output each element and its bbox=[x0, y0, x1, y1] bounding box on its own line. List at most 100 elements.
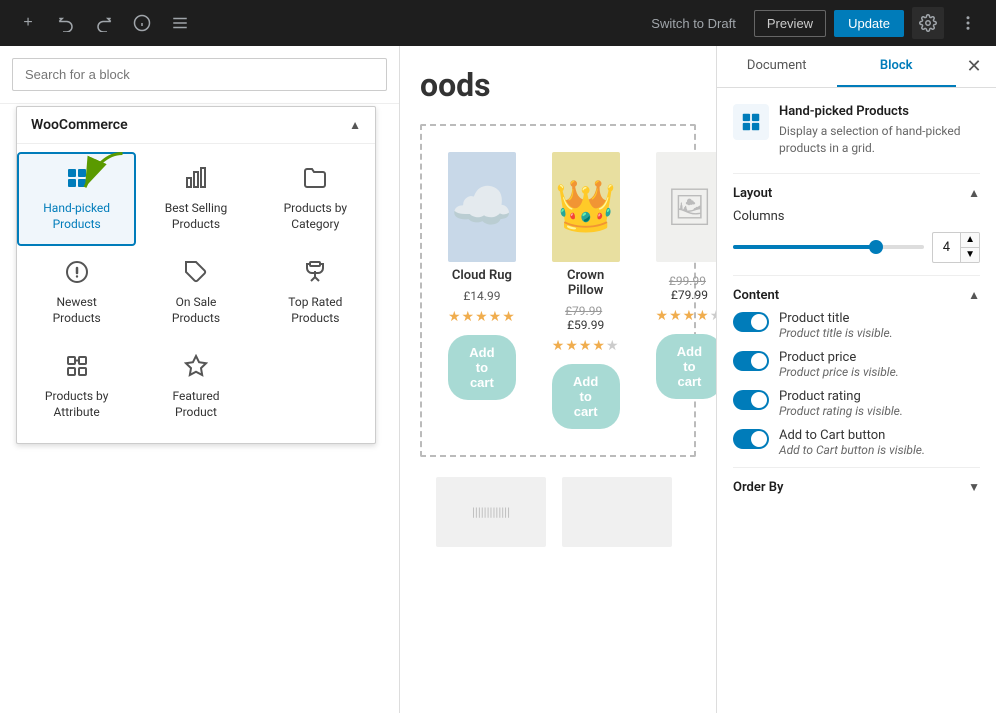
tag-icon bbox=[184, 260, 208, 289]
woo-item-label: Best Selling Products bbox=[165, 201, 228, 232]
add-to-cart-toggle[interactable] bbox=[733, 429, 769, 449]
woo-item-label: Top Rated Products bbox=[288, 295, 342, 326]
content-chevron-icon[interactable]: ▲ bbox=[968, 288, 980, 302]
product-image: ☁️ bbox=[448, 152, 516, 262]
settings-button[interactable] bbox=[912, 7, 944, 39]
order-by-title: Order By bbox=[733, 480, 783, 495]
toggle-product-title: Product title Product title is visible. bbox=[733, 311, 980, 340]
toggle-text: Product rating Product rating is visible… bbox=[779, 389, 903, 418]
add-block-button[interactable]: + bbox=[12, 7, 44, 39]
close-panel-button[interactable]: ✕ bbox=[956, 49, 992, 85]
toggle-knob bbox=[751, 353, 767, 369]
info-button[interactable] bbox=[126, 7, 158, 39]
content-title: Content bbox=[733, 288, 779, 303]
right-panel: Document Block ✕ Hand-picked Products Di… bbox=[716, 46, 996, 713]
list-view-button[interactable] bbox=[164, 7, 196, 39]
columns-slider[interactable] bbox=[733, 245, 924, 249]
woo-item-on-sale[interactable]: On Sale Products bbox=[136, 246, 255, 340]
add-to-cart-button[interactable]: Add to cart bbox=[552, 364, 620, 429]
woo-item-featured[interactable]: Featured Product bbox=[136, 340, 255, 434]
product-bottom-placeholder-2 bbox=[562, 477, 672, 547]
product-rating-toggle[interactable] bbox=[733, 390, 769, 410]
order-by-chevron-icon[interactable]: ▼ bbox=[968, 480, 980, 494]
product-image: 🖼 bbox=[656, 152, 716, 262]
right-panel-tabs: Document Block ✕ bbox=[717, 46, 996, 88]
woocommerce-section: WooCommerce ▲ Hand-picked Products Best … bbox=[16, 106, 376, 444]
undo-button[interactable] bbox=[50, 7, 82, 39]
trophy-icon bbox=[303, 260, 327, 289]
woocommerce-chevron-icon: ▲ bbox=[349, 118, 361, 132]
columns-label: Columns bbox=[733, 209, 785, 224]
right-panel-content: Hand-picked Products Display a selection… bbox=[717, 88, 996, 519]
toggle-label: Product title bbox=[779, 311, 893, 326]
woo-item-top-rated[interactable]: Top Rated Products bbox=[256, 246, 375, 340]
woo-item-best-selling[interactable]: Best Selling Products bbox=[136, 152, 255, 246]
switch-to-draft-button[interactable]: Switch to Draft bbox=[641, 10, 746, 37]
attribute-icon bbox=[65, 354, 89, 383]
redo-button[interactable] bbox=[88, 7, 120, 39]
toolbar-right: Switch to Draft Preview Update bbox=[641, 7, 984, 39]
toggle-knob bbox=[751, 314, 767, 330]
product-price-toggle[interactable] bbox=[733, 351, 769, 371]
toggle-description: Product title is visible. bbox=[779, 326, 893, 340]
block-info-text: Hand-picked Products Display a selection… bbox=[779, 104, 980, 157]
woo-item-by-category[interactable]: Products by Category bbox=[256, 152, 375, 246]
update-button[interactable]: Update bbox=[834, 10, 904, 37]
toggle-description: Add to Cart button is visible. bbox=[779, 443, 925, 457]
toggle-label: Add to Cart button bbox=[779, 428, 925, 443]
add-to-cart-button[interactable]: Add to cart bbox=[448, 335, 516, 400]
price-old: £79.99 bbox=[565, 304, 602, 318]
block-info: Hand-picked Products Display a selection… bbox=[733, 104, 980, 157]
toggle-knob bbox=[751, 392, 767, 408]
toggle-knob bbox=[751, 431, 767, 447]
woo-item-by-attribute[interactable]: Products by Attribute bbox=[17, 340, 136, 434]
product-price: £14.99 bbox=[463, 289, 500, 303]
toolbar: + Switch to Draft Preview Update bbox=[0, 0, 996, 46]
layout-chevron-icon[interactable]: ▲ bbox=[968, 186, 980, 200]
woo-item-label: Featured Product bbox=[172, 389, 219, 420]
block-icon bbox=[733, 104, 769, 140]
woocommerce-grid: Hand-picked Products Best Selling Produc… bbox=[17, 144, 375, 443]
product-card: ☁️ Cloud Rug £14.99 ★★★★★ Add to cart bbox=[438, 142, 526, 439]
toggle-add-to-cart: Add to Cart button Add to Cart button is… bbox=[733, 428, 980, 457]
layout-section-header: Layout ▲ bbox=[733, 173, 980, 209]
toggle-text: Product price Product price is visible. bbox=[779, 350, 899, 379]
price-old: £99.99 bbox=[669, 274, 706, 288]
content-section-header: Content ▲ bbox=[733, 275, 980, 311]
bar-chart-icon bbox=[184, 166, 208, 195]
product-image: 👑 bbox=[552, 152, 620, 262]
products-grid: ☁️ Cloud Rug £14.99 ★★★★★ Add to cart 👑 … bbox=[420, 124, 696, 457]
folder-icon bbox=[303, 166, 327, 195]
woocommerce-title: WooCommerce bbox=[31, 117, 128, 133]
woo-item-hand-picked[interactable]: Hand-picked Products bbox=[17, 152, 136, 246]
product-title-toggle[interactable] bbox=[733, 312, 769, 332]
grid-icon bbox=[65, 166, 89, 195]
product-bottom-placeholder-1: ||||||||||||| bbox=[436, 477, 546, 547]
tab-document[interactable]: Document bbox=[717, 46, 837, 87]
woo-item-newest[interactable]: Newest Products bbox=[17, 246, 136, 340]
exclamation-icon bbox=[65, 260, 89, 289]
columns-decrement-button[interactable]: ▼ bbox=[961, 247, 979, 262]
columns-slider-fill bbox=[733, 245, 876, 249]
layout-title: Layout bbox=[733, 186, 772, 201]
tab-block[interactable]: Block bbox=[837, 46, 957, 87]
product-card: 👑 Crown Pillow £79.99 £59.99 ★★★★★ Add t… bbox=[542, 142, 630, 439]
woo-item-label: Products by Attribute bbox=[45, 389, 108, 420]
block-name: Hand-picked Products bbox=[779, 104, 980, 119]
search-block-input[interactable] bbox=[12, 58, 387, 91]
page-content: oods ☁️ Cloud Rug £14.99 ★★★★★ Add to ca… bbox=[400, 46, 716, 713]
price-new: £79.99 bbox=[671, 288, 708, 302]
page-heading: oods bbox=[420, 66, 696, 104]
columns-increment-button[interactable]: ▲ bbox=[961, 233, 979, 247]
toggle-text: Add to Cart button Add to Cart button is… bbox=[779, 428, 925, 457]
preview-button[interactable]: Preview bbox=[754, 10, 826, 37]
star-icon bbox=[184, 354, 208, 383]
more-options-button[interactable] bbox=[952, 7, 984, 39]
woo-item-label: Newest Products bbox=[53, 295, 101, 326]
product-title: Crown Pillow bbox=[552, 268, 620, 298]
toggle-label: Product rating bbox=[779, 389, 903, 404]
product-stars: ★★★★★ bbox=[656, 308, 716, 324]
woocommerce-header[interactable]: WooCommerce ▲ bbox=[17, 107, 375, 144]
product-stars: ★★★★★ bbox=[448, 309, 516, 325]
add-to-cart-button[interactable]: Add to cart bbox=[656, 334, 716, 399]
